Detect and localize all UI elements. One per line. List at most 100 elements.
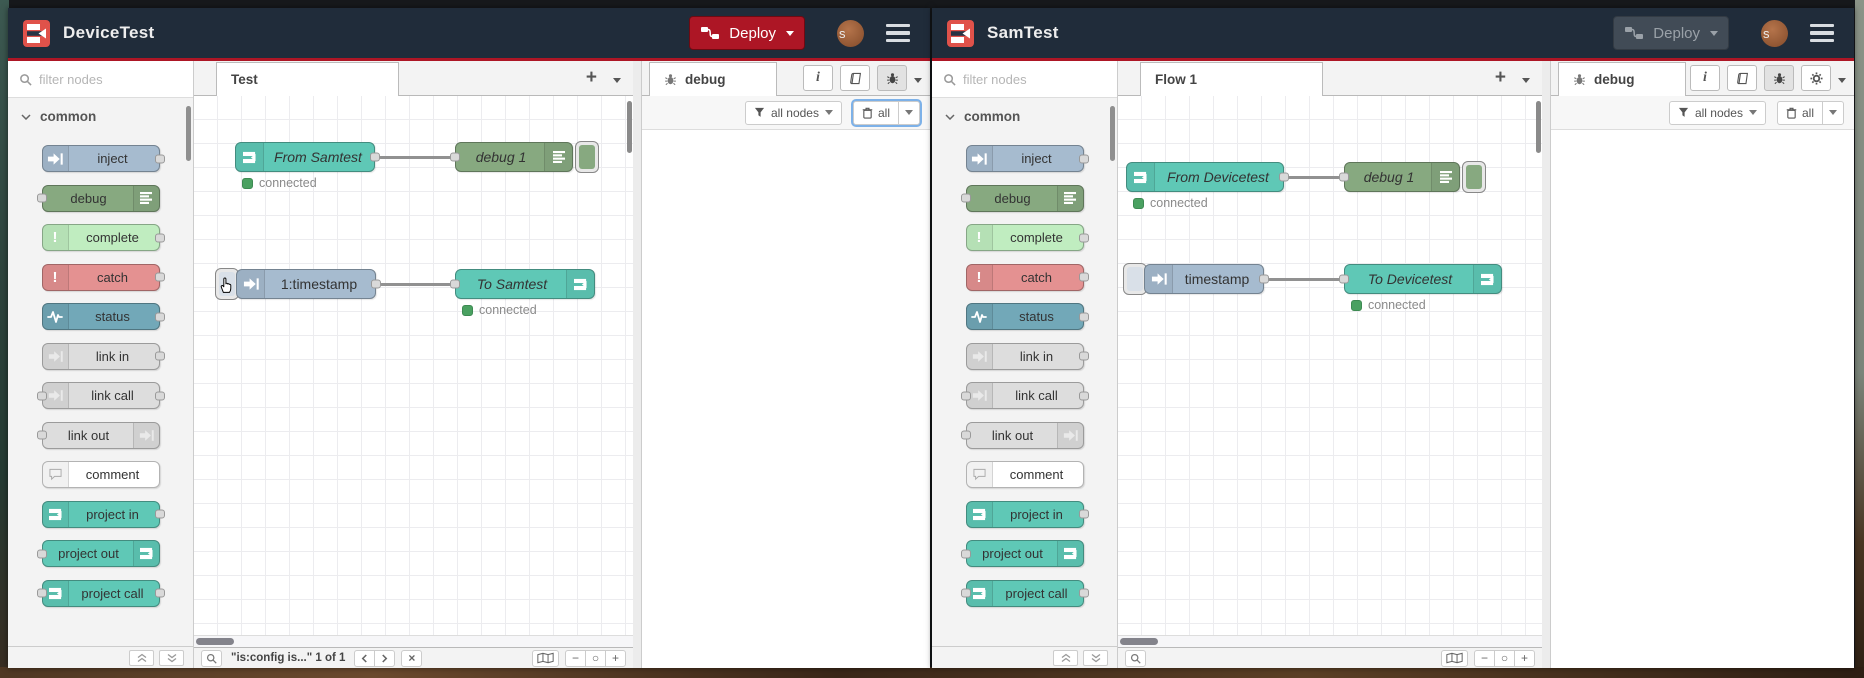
canvas-horizontal-scrollbar[interactable] [194, 635, 633, 647]
debug-filter-button[interactable]: all nodes [1668, 100, 1766, 125]
palette-category-common[interactable]: common [8, 98, 193, 133]
palette-expand-all-button[interactable] [159, 649, 184, 666]
sidebar-menu-caret-icon[interactable] [914, 71, 922, 86]
palette-node-port[interactable] [154, 391, 165, 400]
palette-node-port[interactable] [154, 351, 165, 361]
palette-node-comment[interactable]: comment [965, 461, 1084, 488]
search-close-button[interactable]: × [401, 649, 423, 667]
palette-node-link-in[interactable]: link in [965, 342, 1089, 370]
flow-node-to-samtest[interactable]: To Samtest [450, 269, 595, 299]
palette-node-catch[interactable]: ! catch [41, 263, 165, 291]
flow-node-port[interactable] [371, 279, 381, 289]
sidebar-splitter[interactable] [633, 61, 642, 668]
flow-node-1-timestamp[interactable]: 1:timestamp [236, 269, 381, 299]
palette-node-port[interactable] [1078, 351, 1089, 361]
search-previous-button[interactable] [354, 649, 376, 667]
flow-node-port[interactable] [450, 279, 460, 289]
palette-node-port[interactable] [1078, 312, 1089, 321]
flow-list-caret-icon[interactable] [1522, 71, 1530, 86]
palette-expand-all-button[interactable] [1083, 649, 1108, 666]
tab-debug[interactable]: debug [1558, 62, 1686, 96]
palette-node-port[interactable] [1078, 588, 1089, 598]
flow-node-port[interactable] [1279, 172, 1289, 182]
debug-clear-button[interactable]: all [854, 102, 898, 124]
flow-node-port[interactable] [1259, 274, 1269, 284]
main-menu-button[interactable] [1810, 23, 1834, 43]
palette-node-catch[interactable]: ! catch [965, 263, 1089, 291]
palette-node-port[interactable] [1078, 391, 1089, 400]
flow-node-debug-1[interactable]: debug 1 [450, 142, 573, 172]
palette-node-complete[interactable]: ! complete [41, 224, 165, 251]
palette-scrollbar-thumb[interactable] [1110, 106, 1115, 161]
user-avatar[interactable]: s [1761, 19, 1788, 47]
deploy-button[interactable]: Deploy [689, 16, 805, 50]
palette-node-port[interactable] [154, 312, 165, 321]
main-menu-button[interactable] [886, 23, 910, 43]
zoom-reset-button[interactable]: ○ [1494, 649, 1515, 667]
palette-node-port[interactable] [154, 509, 165, 519]
palette-node-debug[interactable]: debug [36, 184, 160, 212]
debug-toggle-button[interactable] [1462, 161, 1486, 193]
palette-node-port[interactable] [154, 233, 165, 242]
palette-node-port[interactable] [36, 391, 47, 400]
add-flow-button[interactable]: + [1495, 67, 1506, 89]
zoom-out-button[interactable]: − [565, 649, 586, 667]
palette-node-port[interactable] [960, 549, 971, 558]
palette-node-port[interactable] [960, 391, 971, 400]
palette-node-port[interactable] [36, 193, 47, 203]
flow-node-from-samtest[interactable]: From Samtest [235, 142, 380, 172]
info-button[interactable]: i [803, 65, 833, 91]
palette-node-project-out[interactable]: project out [36, 540, 160, 567]
flow-list-caret-icon[interactable] [613, 71, 621, 86]
palette-node-project-call[interactable]: project call [36, 579, 165, 607]
flow-node-debug-1[interactable]: debug 1 [1339, 162, 1460, 192]
palette-node-port[interactable] [1078, 233, 1089, 242]
canvas-vertical-scrollbar-thumb[interactable] [1536, 101, 1541, 153]
flow-node-port[interactable] [370, 152, 380, 162]
palette-node-inject[interactable]: inject [41, 145, 165, 172]
flow-node-from-devicetest[interactable]: From Devicetest [1126, 162, 1289, 192]
tab-debug[interactable]: debug [649, 62, 777, 96]
palette-node-port[interactable] [1078, 154, 1089, 163]
palette-node-port[interactable] [154, 588, 165, 598]
flow-node-to-devicetest[interactable]: To Devicetest [1339, 264, 1502, 294]
palette-category-common[interactable]: common [932, 98, 1117, 133]
palette-node-link-out[interactable]: link out [36, 421, 160, 449]
palette-node-port[interactable] [154, 272, 165, 282]
config-nodes-button[interactable] [1801, 65, 1831, 91]
debug-panel-button[interactable] [1764, 65, 1794, 91]
palette-node-link-in[interactable]: link in [41, 342, 165, 370]
zoom-in-button[interactable]: + [1514, 649, 1535, 667]
sidebar-splitter[interactable] [1542, 61, 1551, 668]
palette-node-link-call[interactable]: link call [960, 382, 1089, 409]
palette-node-port[interactable] [36, 430, 47, 440]
palette-node-debug[interactable]: debug [960, 184, 1084, 212]
sidebar-menu-caret-icon[interactable] [1838, 71, 1846, 86]
palette-node-project-out[interactable]: project out [960, 540, 1084, 567]
user-avatar[interactable]: s [837, 19, 864, 47]
palette-node-port[interactable] [1078, 272, 1089, 282]
palette-node-port[interactable] [960, 430, 971, 440]
palette-collapse-all-button[interactable] [1053, 649, 1078, 666]
flow-tab[interactable]: Flow 1 [1140, 62, 1323, 96]
zoom-in-button[interactable]: + [605, 649, 626, 667]
palette-node-port[interactable] [36, 588, 47, 598]
zoom-out-button[interactable]: − [1474, 649, 1495, 667]
add-flow-button[interactable]: + [586, 67, 597, 89]
deploy-button[interactable]: Deploy [1613, 16, 1729, 50]
zoom-reset-button[interactable]: ○ [585, 649, 606, 667]
flow-node-timestamp[interactable]: timestamp [1144, 264, 1269, 294]
help-book-button[interactable] [840, 65, 870, 91]
debug-clear-button[interactable]: all [1778, 102, 1822, 124]
palette-scrollbar-thumb[interactable] [186, 106, 191, 161]
palette-node-comment[interactable]: comment [41, 461, 160, 488]
help-book-button[interactable] [1727, 65, 1757, 91]
palette-node-status[interactable]: status [965, 303, 1089, 330]
palette-node-port[interactable] [960, 588, 971, 598]
palette-node-port[interactable] [960, 193, 971, 203]
flow-node-port[interactable] [450, 152, 460, 162]
palette-node-link-out[interactable]: link out [960, 421, 1084, 449]
debug-clear-options-button[interactable] [898, 101, 919, 124]
search-next-button[interactable] [374, 649, 396, 667]
palette-node-port[interactable] [154, 154, 165, 163]
